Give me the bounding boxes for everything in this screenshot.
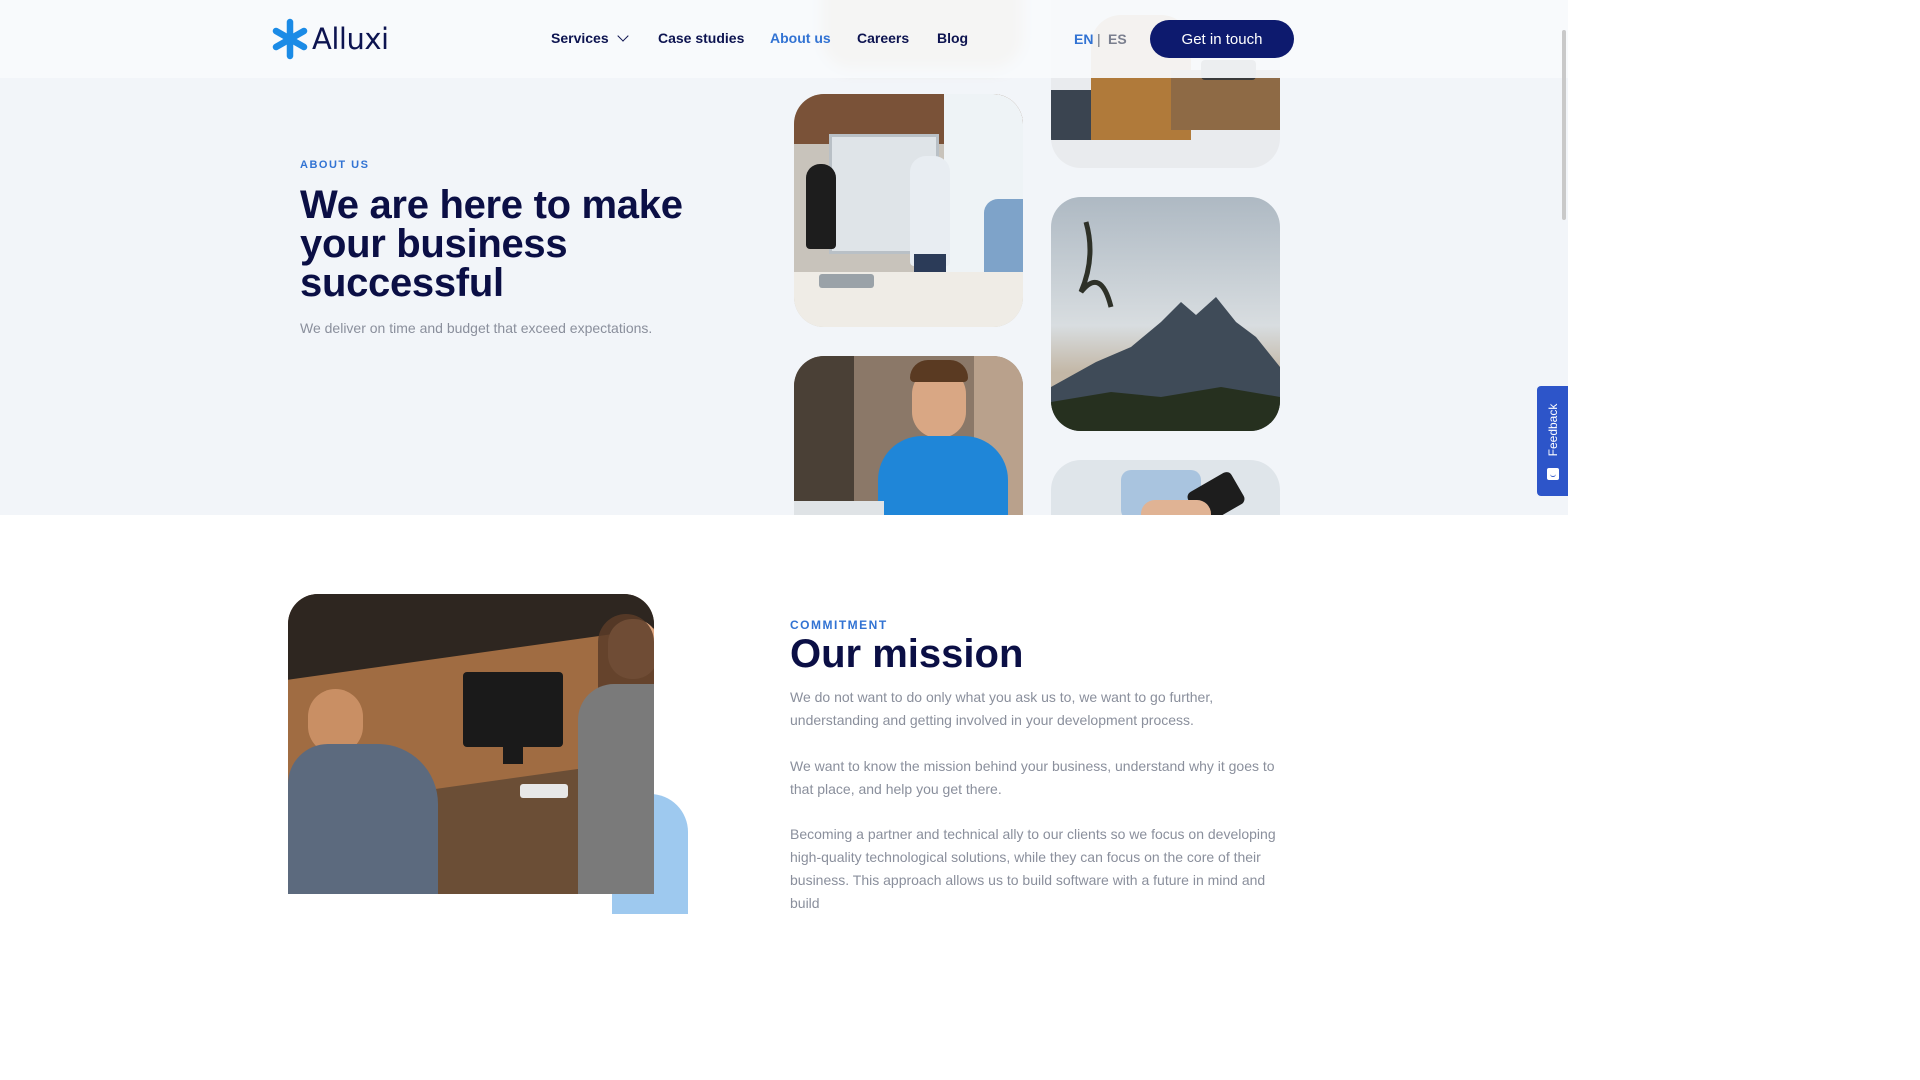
mission-paragraph-1: We do not want to do only what you ask u… — [790, 689, 1214, 728]
language-es[interactable]: ES — [1108, 31, 1127, 47]
mission-paragraph-2: We want to know the mission behind your … — [790, 758, 1275, 797]
mission-title: Our mission — [790, 632, 1024, 676]
feedback-tab[interactable]: Feedback — [1537, 386, 1568, 496]
nav-services[interactable]: Services — [551, 30, 629, 50]
nav-blog[interactable]: Blog — [937, 30, 968, 50]
mission-photo — [288, 594, 654, 894]
asterisk-logo-icon — [272, 18, 308, 60]
feedback-label: Feedback — [1545, 403, 1560, 457]
gallery-photo-mountain — [1051, 197, 1280, 431]
smiley-icon — [1547, 468, 1559, 480]
brand-name: Alluxi — [312, 22, 389, 56]
mission-eyebrow: COMMITMENT — [790, 618, 888, 632]
brand-logo[interactable]: Alluxi — [272, 18, 389, 60]
mission-paragraph-3: Becoming a partner and technical ally to… — [790, 826, 1276, 911]
language-en[interactable]: EN — [1074, 31, 1093, 47]
language-separator: | — [1097, 31, 1101, 47]
hero-eyebrow: ABOUT US — [300, 159, 370, 171]
gallery-photo-hoodie — [794, 356, 1023, 515]
nav-careers[interactable]: Careers — [857, 30, 909, 50]
nav-case-studies[interactable]: Case studies — [658, 30, 744, 50]
gallery-photo-meeting — [794, 94, 1023, 327]
get-in-touch-button[interactable]: Get in touch — [1150, 20, 1294, 58]
gallery-photo-phone — [1051, 460, 1280, 515]
chevron-down-icon — [616, 30, 629, 42]
nav-about-us[interactable]: About us — [770, 30, 831, 50]
site-header: Alluxi Services Case studies About us Ca… — [0, 0, 1568, 78]
hero-title: We are here to make your business succes… — [300, 183, 683, 305]
hero-subtitle: We deliver on time and budget that excee… — [300, 320, 653, 336]
nav-services-label: Services — [551, 30, 609, 46]
scrollbar-thumb[interactable] — [1562, 30, 1566, 220]
